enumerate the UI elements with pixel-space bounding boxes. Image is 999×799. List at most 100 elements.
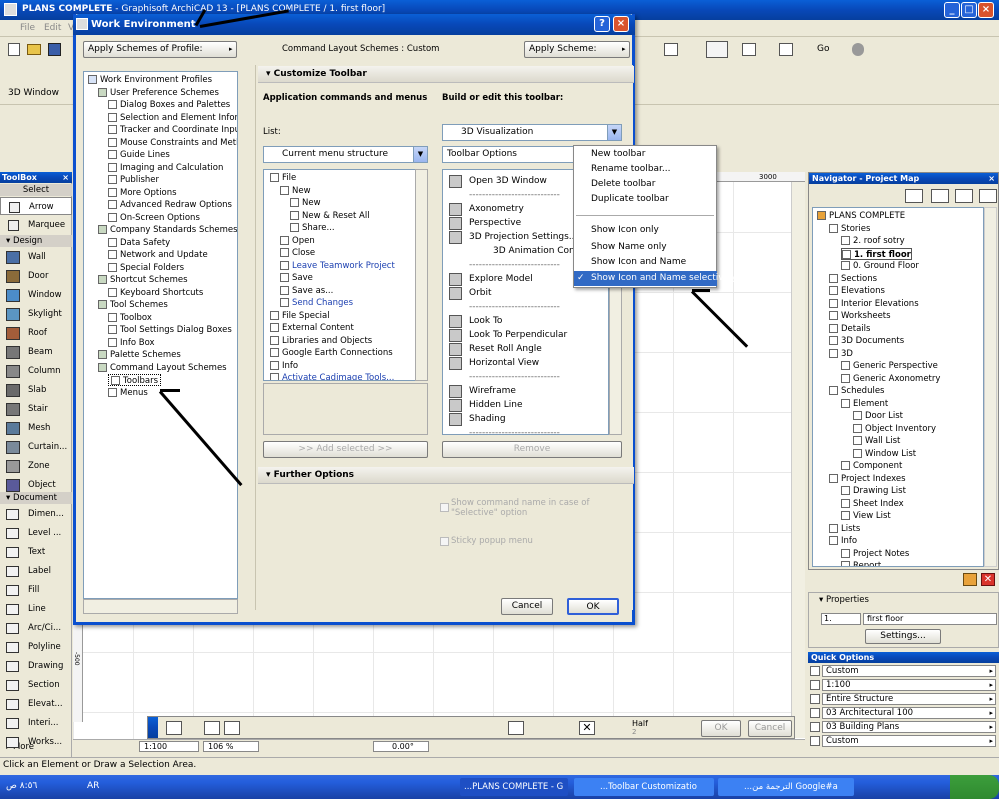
tool-doc-6[interactable]: Arc/Ci...: [0, 619, 72, 637]
nav-item[interactable]: Stories: [829, 223, 870, 235]
nav-item[interactable]: Elevations: [829, 285, 885, 297]
quick-option-select[interactable]: 1:100 ▸: [822, 679, 996, 691]
scheme-tree-hscroll[interactable]: [83, 599, 238, 614]
nav-item[interactable]: Info: [829, 535, 857, 547]
nav-item[interactable]: 3D Documents: [829, 335, 904, 347]
command-tree-item[interactable]: Save: [280, 272, 313, 284]
popup-menu-item[interactable]: Show Icon and Name: [574, 255, 717, 270]
nav-item[interactable]: Project Indexes: [829, 473, 906, 485]
scheme-tree-item[interactable]: User Preference Schemes: [98, 87, 219, 99]
settings-button[interactable]: Settings...: [865, 629, 941, 644]
tool-doc-7[interactable]: Polyline: [0, 638, 72, 656]
scheme-tree-item[interactable]: Data Safety: [108, 237, 170, 249]
tool-design-2[interactable]: Window: [0, 286, 72, 304]
properties-num[interactable]: 1.: [821, 613, 861, 625]
command-tree-item[interactable]: External Content: [270, 322, 354, 334]
scheme-tree-item[interactable]: Toolbox: [108, 312, 152, 324]
scheme-tree-item[interactable]: Menus: [108, 387, 148, 399]
quick-option-select[interactable]: Custom ▸: [822, 735, 996, 747]
popup-menu-item[interactable]: New toolbar: [574, 147, 717, 162]
nav-item[interactable]: 0. Ground Floor: [841, 260, 919, 272]
tool-design-0[interactable]: Wall: [0, 248, 72, 266]
command-tree-item[interactable]: Share...: [290, 222, 335, 234]
scheme-tree-item[interactable]: Publisher: [108, 174, 159, 186]
tool-design-8[interactable]: Stair: [0, 400, 72, 418]
add-selected-button[interactable]: >> Add selected >>: [263, 441, 428, 458]
command-tree-item[interactable]: Libraries and Objects: [270, 335, 372, 347]
quick-option-select[interactable]: 03 Architectural 100 ▸: [822, 707, 996, 719]
scheme-tree-item[interactable]: Tool Schemes: [98, 299, 168, 311]
command-tree-item[interactable]: New: [290, 197, 321, 209]
new-file-icon[interactable]: [8, 43, 20, 56]
scheme-tree-item[interactable]: On-Screen Options: [108, 212, 200, 224]
scheme-tree-item[interactable]: Shortcut Schemes: [98, 274, 188, 286]
nav-item[interactable]: Door List: [853, 410, 903, 422]
command-tree-item[interactable]: New: [280, 185, 311, 197]
scheme-tree-item[interactable]: Dialog Boxes and Palettes: [108, 99, 230, 111]
grid-snap-icon[interactable]: [508, 721, 524, 735]
scheme-tree-item[interactable]: Keyboard Shortcuts: [108, 287, 203, 299]
nav-item[interactable]: PLANS COMPLETE: [817, 210, 905, 222]
tool-design-11[interactable]: Zone: [0, 457, 72, 475]
quick-option-select[interactable]: Custom ▸: [822, 665, 996, 677]
close-icon[interactable]: ×: [978, 2, 994, 18]
start-button[interactable]: [950, 775, 999, 799]
tool-design-12[interactable]: Object: [0, 476, 72, 494]
tool-design-1[interactable]: Door: [0, 267, 72, 285]
layout-icon[interactable]: [779, 43, 793, 56]
select-arrow-icon[interactable]: [166, 721, 182, 735]
command-tree-item[interactable]: Send Changes: [280, 297, 353, 309]
nav-item[interactable]: 2. roof sotry: [841, 235, 905, 247]
open-folder-icon[interactable]: [27, 44, 41, 55]
scheme-tree-item[interactable]: Tracker and Coordinate Inpu: [108, 124, 237, 136]
popup-menu-item[interactable]: ✓ Show Icon and Name selectively: [574, 271, 737, 286]
zoom-field[interactable]: 106 %: [203, 741, 259, 752]
dialog-close-icon[interactable]: ×: [613, 16, 629, 32]
remove-button[interactable]: Remove: [442, 441, 622, 458]
tool-design-3[interactable]: Skylight: [0, 305, 72, 323]
scheme-tree-item[interactable]: More Options: [108, 187, 177, 199]
tool-doc-4[interactable]: Fill: [0, 581, 72, 599]
tool-doc-12[interactable]: Works...: [0, 733, 72, 751]
show-name-checkbox[interactable]: [440, 503, 449, 512]
navigator-folder-icon[interactable]: [963, 573, 977, 586]
scheme-tree-item[interactable]: Tool Settings Dialog Boxes: [108, 324, 232, 336]
toolbar-select[interactable]: 3D Visualization ▼: [442, 124, 622, 141]
toolbox-close-icon[interactable]: ×: [62, 172, 69, 183]
nav-item[interactable]: Report: [841, 560, 881, 566]
goto-label[interactable]: Go: [817, 44, 829, 54]
popup-menu-item[interactable]: Duplicate toolbar: [574, 192, 717, 207]
person-icon[interactable]: [852, 43, 864, 56]
taskbar-btn-archicad[interactable]: ...PLANS COMPLETE - G: [460, 778, 568, 796]
tool-design-10[interactable]: Curtain...: [0, 438, 72, 456]
tool-design-4[interactable]: Roof: [0, 324, 72, 342]
sticky-checkbox[interactable]: [440, 537, 449, 546]
help-icon[interactable]: ?: [594, 16, 610, 32]
nav-item[interactable]: Component: [841, 460, 902, 472]
further-options-header[interactable]: ▾ Further Options: [258, 467, 634, 484]
tool-0[interactable]: Arrow: [0, 197, 72, 215]
nav-item[interactable]: Worksheets: [829, 310, 891, 322]
navigator-delete-icon[interactable]: ✕: [981, 573, 995, 586]
menu-structure-select[interactable]: Current menu structure ▼: [263, 146, 428, 163]
toolbar-separator[interactable]: ----------------------------: [443, 424, 608, 434]
scheme-tree-item[interactable]: Selection and Element Inform: [108, 112, 237, 124]
tool-design-9[interactable]: Mesh: [0, 419, 72, 437]
nav-item[interactable]: Wall List: [853, 435, 900, 447]
tool-doc-3[interactable]: Label: [0, 562, 72, 580]
nav-item[interactable]: Object Inventory: [853, 423, 936, 435]
navigator-vscroll[interactable]: [984, 207, 997, 567]
nav-item[interactable]: Lists: [829, 523, 860, 535]
canvas-vscroll[interactable]: [791, 182, 805, 738]
command-tree-item[interactable]: Open: [280, 235, 315, 247]
cross-icon[interactable]: [224, 721, 240, 735]
tool-doc-0[interactable]: Dimen...: [0, 505, 72, 523]
menu-edit[interactable]: Edit: [44, 23, 61, 33]
nav-item[interactable]: Project Notes: [841, 548, 909, 560]
popup-menu-item[interactable]: Delete toolbar: [574, 177, 717, 192]
scheme-tree-item[interactable]: Info Box: [108, 337, 155, 349]
view-icon[interactable]: [664, 43, 678, 56]
customize-header[interactable]: ▾ Customize Toolbar: [258, 66, 634, 83]
minimize-icon[interactable]: _: [944, 2, 960, 18]
command-tree-item[interactable]: Activate Cadimage Tools...: [270, 372, 394, 380]
